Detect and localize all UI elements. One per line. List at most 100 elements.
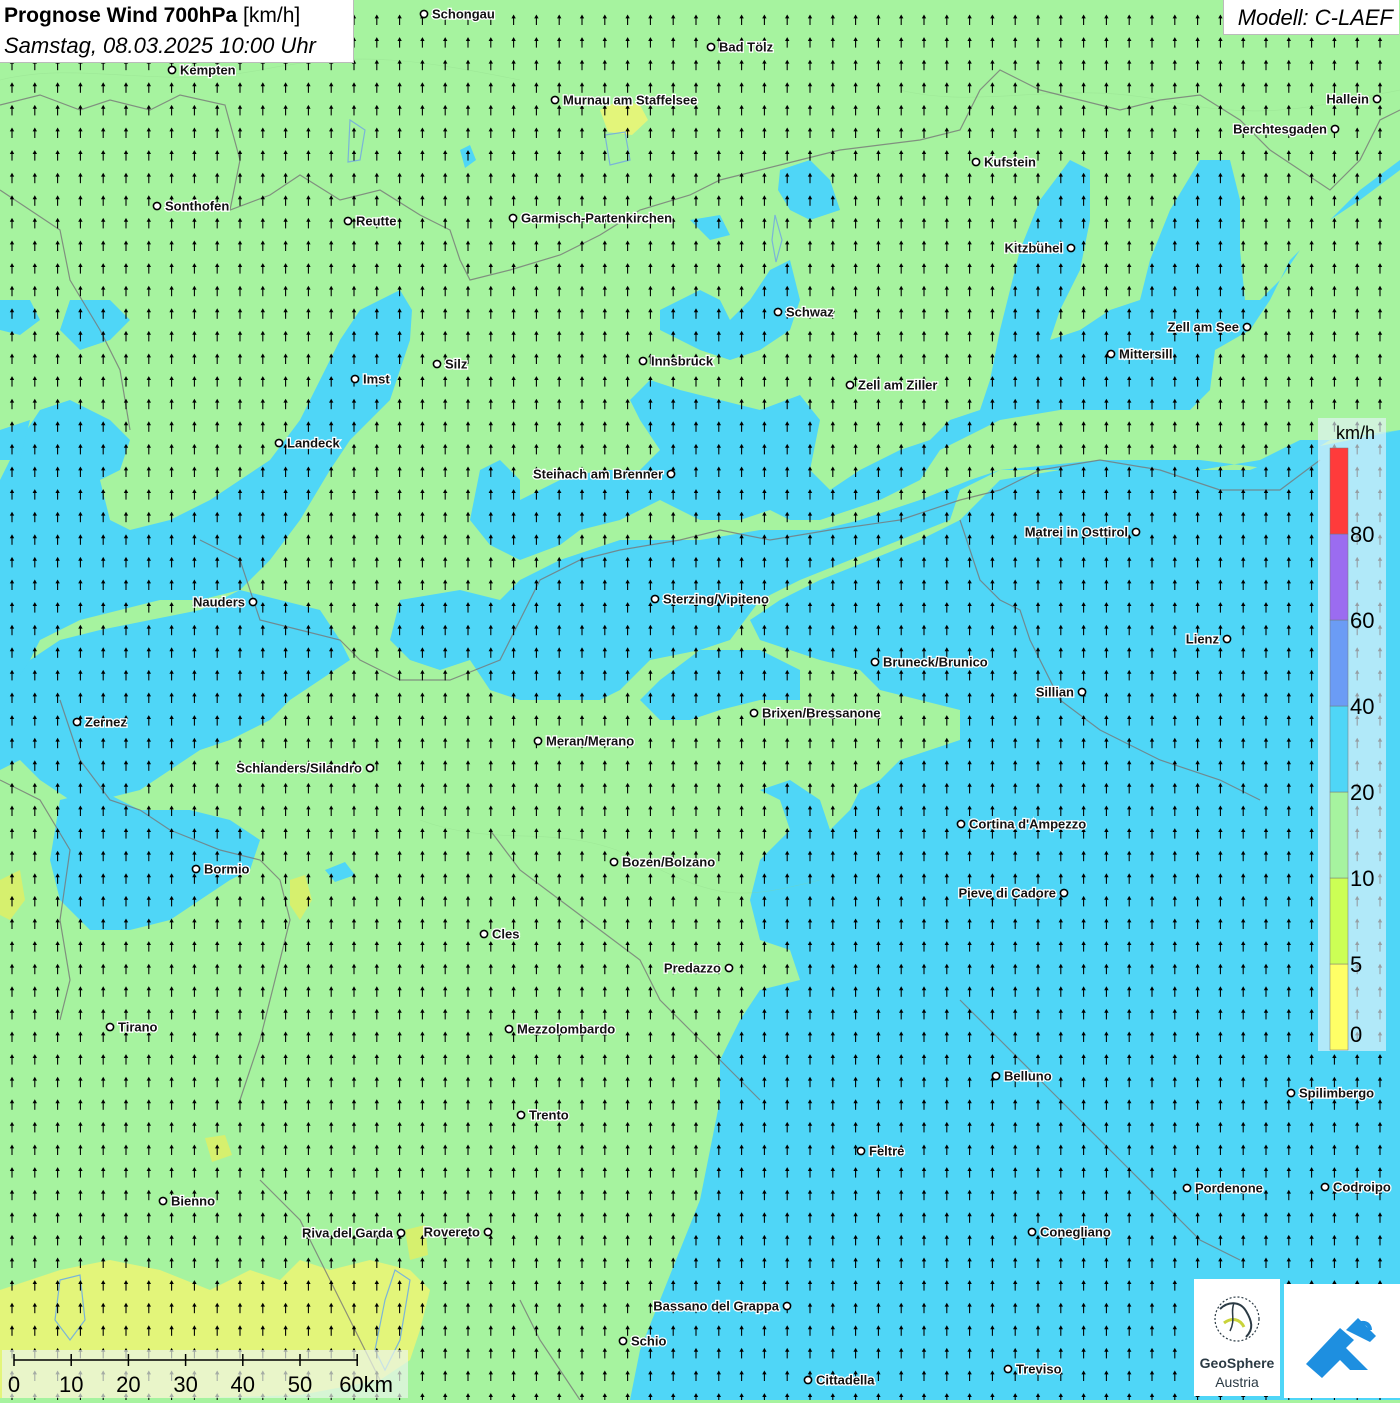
model-box: Modell: C-LAEF (1223, 0, 1399, 35)
city-marker: Sterzing/Vipiteno (651, 592, 769, 607)
legend-tick-label: 0 (1350, 1022, 1362, 1047)
city-label: Murnau am Staffelsee (563, 93, 697, 108)
city-marker: Zell am Ziller (846, 378, 937, 393)
city-label: Cittadella (816, 1373, 875, 1388)
city-label: Bozen/Bolzano (622, 855, 715, 870)
city-label: Bad Tölz (719, 40, 774, 55)
city-dot (420, 10, 427, 17)
city-label: Matrei in Osttirol (1025, 525, 1128, 540)
legend-tick-label: 10 (1350, 866, 1374, 891)
geosphere-text: GeoSphere (1194, 1355, 1280, 1371)
legend-swatch (1330, 792, 1348, 878)
city-dot (484, 1228, 491, 1235)
city-label: Lienz (1186, 632, 1220, 647)
city-dot (551, 96, 558, 103)
city-dot (1331, 125, 1338, 132)
city-label: Kitzbühel (1005, 241, 1064, 256)
city-dot (153, 202, 160, 209)
city-label: Bormio (204, 862, 250, 877)
city-label: Nauders (193, 595, 245, 610)
city-marker: Sonthofen (153, 199, 229, 214)
city-label: Hallein (1326, 92, 1369, 107)
legend-tick-label: 80 (1350, 522, 1374, 547)
city-marker: Cittadella (804, 1373, 875, 1388)
city-marker: Innsbruck (639, 354, 713, 369)
city-dot (667, 470, 674, 477)
city-dot (397, 1229, 404, 1236)
city-dot (1107, 350, 1114, 357)
city-marker: Steinach am Brenner (533, 467, 675, 482)
title-main: Prognose Wind 700hPa (4, 4, 237, 27)
city-dot (750, 709, 757, 716)
color-legend: km/h 051020406080 (1318, 418, 1386, 1051)
city-marker: Pieve di Cadore (958, 886, 1067, 901)
city-marker: Murnau am Staffelsee (551, 93, 697, 108)
city-dot (192, 865, 199, 872)
city-marker: Schlanders/Silandro (236, 761, 373, 776)
city-label: Spilimbergo (1299, 1086, 1374, 1101)
city-label: Zell am See (1167, 320, 1239, 335)
city-label: Zell am Ziller (858, 378, 937, 393)
legend-swatch (1330, 534, 1348, 620)
city-label: Meran/Merano (546, 734, 634, 749)
city-label: Rovereto (424, 1225, 480, 1240)
city-dot (509, 214, 516, 221)
legend-swatch (1330, 448, 1348, 534)
city-dot (871, 658, 878, 665)
city-label: Sterzing/Vipiteno (663, 592, 769, 607)
city-dot (1028, 1228, 1035, 1235)
austria-text: Austria (1194, 1374, 1280, 1390)
city-dot (610, 858, 617, 865)
city-label: Berchtesgaden (1233, 122, 1327, 137)
city-dot (1078, 688, 1085, 695)
city-label: Bruneck/Brunico (883, 655, 988, 670)
legend-tick-label: 5 (1350, 952, 1362, 977)
city-label: Schio (631, 1334, 666, 1349)
city-label: Conegliano (1040, 1225, 1111, 1240)
scale-label: 60km (339, 1372, 393, 1397)
city-dot (619, 1337, 626, 1344)
city-marker: Berchtesgaden (1233, 122, 1339, 137)
city-label: Reutte (356, 214, 396, 229)
city-label: Feltre (869, 1144, 904, 1159)
city-label: Predazzo (664, 961, 721, 976)
city-dot (168, 66, 175, 73)
city-label: Treviso (1016, 1362, 1062, 1377)
city-dot (249, 598, 256, 605)
city-label: Riva del Garda (302, 1226, 394, 1241)
scale-label: 40 (231, 1372, 255, 1397)
city-label: Innsbruck (651, 354, 714, 369)
city-marker: Bruneck/Brunico (871, 655, 987, 670)
city-dot (1132, 528, 1139, 535)
city-marker: Mezzolombardo (505, 1022, 615, 1037)
city-label: Sillian (1036, 685, 1074, 700)
city-dot (106, 1023, 113, 1030)
legend-swatch (1330, 706, 1348, 792)
city-label: Schlanders/Silandro (236, 761, 362, 776)
city-marker: Matrei in Osttirol (1025, 525, 1140, 540)
city-dot (73, 718, 80, 725)
legend-swatch (1330, 964, 1348, 1050)
city-dot (725, 964, 732, 971)
forecast-datetime: Samstag, 08.03.2025 10:00 Uhr (4, 33, 316, 59)
city-label: Landeck (287, 436, 341, 451)
city-dot (1004, 1365, 1011, 1372)
city-marker: Spilimbergo (1287, 1086, 1374, 1101)
city-marker: Meran/Merano (534, 734, 634, 749)
app-brand-icon (1284, 1284, 1400, 1398)
city-dot (1183, 1184, 1190, 1191)
city-dot (351, 375, 358, 382)
city-dot (159, 1197, 166, 1204)
legend-tick-label: 60 (1350, 608, 1374, 633)
city-dot (1287, 1089, 1294, 1096)
city-dot (651, 595, 658, 602)
city-label: Brixen/Bressanone (762, 706, 881, 721)
city-label: Schwaz (786, 305, 834, 320)
city-dot (505, 1025, 512, 1032)
city-label: Bassano del Grappa (653, 1299, 779, 1314)
city-dot (1243, 323, 1250, 330)
city-dot (275, 439, 282, 446)
city-label: Zernez (85, 715, 127, 730)
city-label: Silz (445, 357, 468, 372)
city-dot (1321, 1183, 1328, 1190)
